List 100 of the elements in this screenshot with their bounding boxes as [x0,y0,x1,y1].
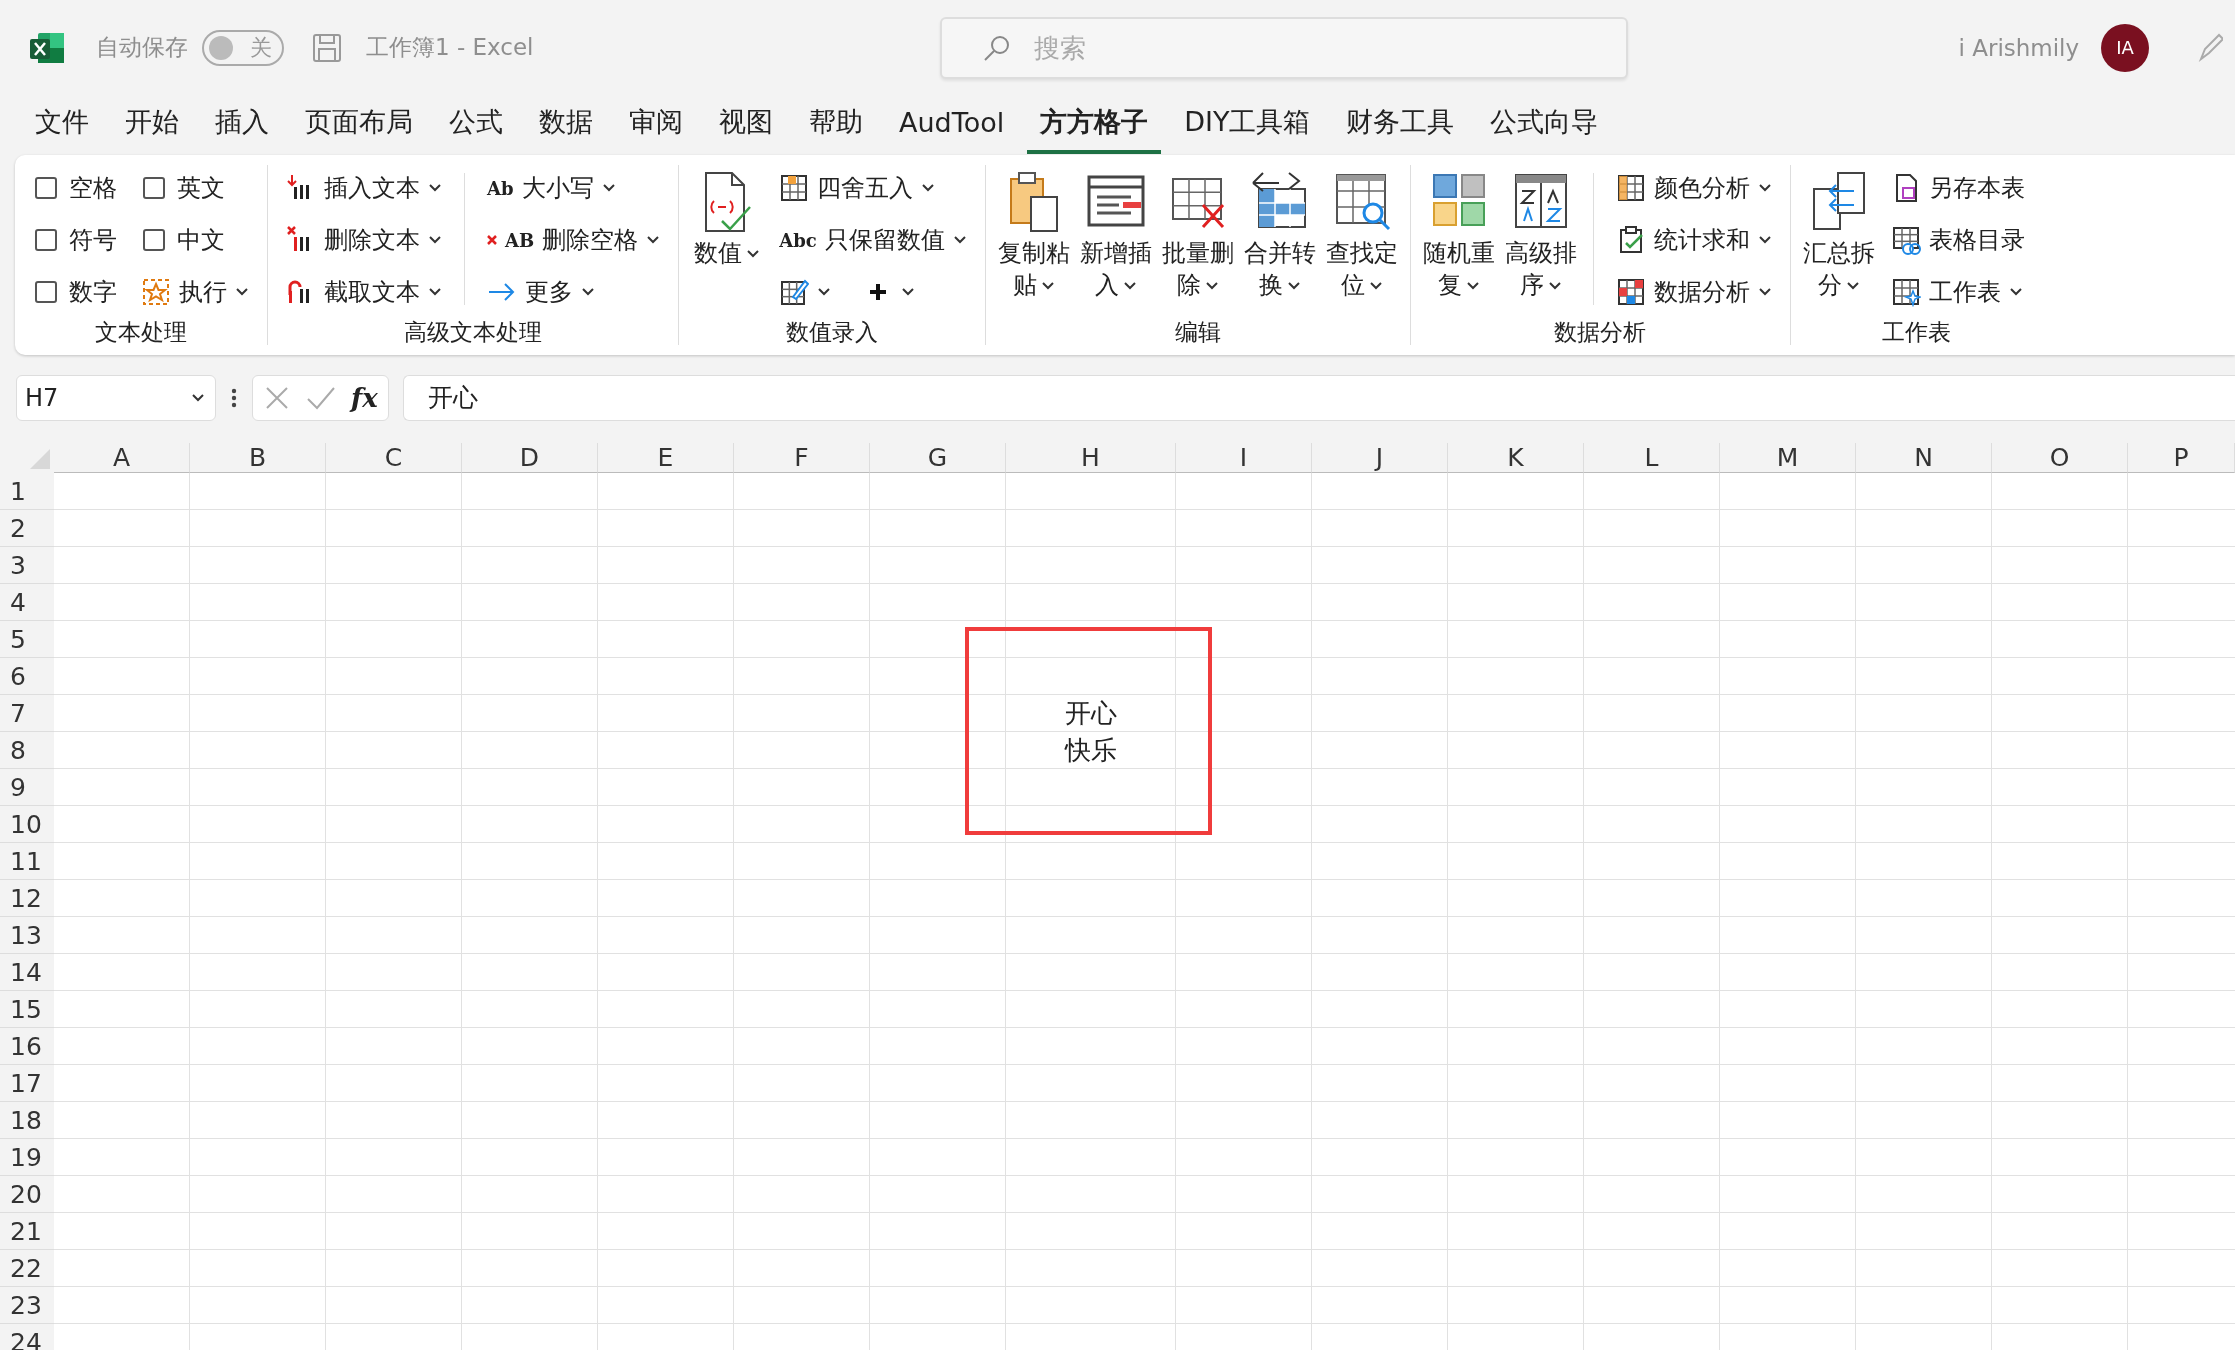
row-header[interactable]: 11 [0,843,54,880]
autosave-label: 自动保存 [96,33,188,62]
ribbon-button[interactable]: 四舍五入 [773,165,973,211]
row-header[interactable]: 17 [0,1065,54,1102]
ribbon-button[interactable]: 查找定位 [1325,165,1398,315]
row-header[interactable]: 7 [0,695,54,732]
column-header[interactable]: N [1856,443,1992,473]
column-header[interactable]: I [1176,443,1312,473]
search-input[interactable]: 搜索 [1032,31,1433,64]
ribbon-button[interactable]: 工作表 [1884,269,2031,315]
row-header[interactable]: 19 [0,1139,54,1176]
ribbon-button[interactable]: 删除文本 [280,217,448,263]
column-header[interactable]: C [326,443,462,473]
ribbon-button[interactable]: Ab 大小写 [481,165,667,211]
column-header[interactable]: G [870,443,1006,473]
row-header[interactable]: 16 [0,1028,54,1065]
save-icon[interactable] [312,32,342,63]
caret-icon [901,287,916,297]
column-header[interactable]: E [598,443,734,473]
ribbon-button[interactable]: 随机重复 [1422,165,1495,315]
column-header[interactable]: H [1006,443,1176,473]
row-header[interactable]: 12 [0,880,54,917]
row-header[interactable]: 10 [0,806,54,843]
column-header[interactable]: M [1720,443,1856,473]
menu-tab[interactable]: AudTool [886,98,1018,152]
row-header[interactable]: 22 [0,1250,54,1287]
menu-tab[interactable]: 帮助 [796,96,876,154]
ribbon-button[interactable]: 截取文本 [280,269,448,315]
row-header[interactable]: 3 [0,547,54,584]
column-header[interactable]: B [190,443,326,473]
row-header[interactable]: 21 [0,1213,54,1250]
ribbon-button[interactable]: 统计求和 [1609,217,1778,263]
menu-tab[interactable]: 公式向导 [1477,96,1612,154]
row-header[interactable]: 20 [0,1176,54,1213]
column-header[interactable]: L [1584,443,1720,473]
row-header[interactable]: 9 [0,769,54,806]
row-header[interactable]: 15 [0,991,54,1028]
caret-icon [1757,183,1772,193]
menu-tab[interactable]: 公式 [436,96,516,154]
row-header[interactable]: 2 [0,510,54,547]
column-header[interactable]: J [1312,443,1448,473]
name-box[interactable]: H7 [16,375,216,421]
row-header[interactable]: 18 [0,1102,54,1139]
ribbon-button[interactable]: 数据分析 [1609,269,1778,315]
checkbox-option[interactable]: 符号 [27,217,125,263]
menu-tab[interactable]: 插入 [202,96,282,154]
caret-icon [1845,281,1860,291]
search-bar[interactable]: 搜索 [940,16,1629,79]
ribbon-button[interactable]: 数值 [691,165,764,315]
ribbon-button[interactable]: AB 删除空格 [481,217,667,263]
row-header[interactable]: 6 [0,658,54,695]
ribbon-button[interactable]: 表格目录 [1884,217,2031,263]
more-options-icon[interactable] [230,387,238,409]
menu-tab[interactable]: DIY工具箱 [1171,96,1324,154]
ribbon-button[interactable]: 批量删除 [1161,165,1234,315]
row-header[interactable]: 4 [0,584,54,621]
menu-tab[interactable]: 数据 [526,96,606,154]
formula-field[interactable]: 开心 [402,375,2235,421]
ribbon-button[interactable]: Abc 只保留数值 [773,217,973,263]
menu-tab[interactable]: 审阅 [616,96,696,154]
ribbon-button[interactable]: 另存本表 [1884,165,2031,211]
column-header[interactable]: K [1448,443,1584,473]
column-header[interactable]: D [462,443,598,473]
menu-tab[interactable]: 页面布局 [292,96,426,154]
group-label: 数据分析 [1553,318,1648,347]
column-header[interactable]: F [734,443,870,473]
caret-icon [1547,281,1562,291]
ribbon-button[interactable]: 复制粘贴 [997,165,1070,315]
caret-icon [235,287,249,297]
menu-tab[interactable]: 文件 [22,96,102,154]
row-header[interactable]: 14 [0,954,54,991]
ribbon-button[interactable]: 合并转换 [1243,165,1316,315]
avatar[interactable]: IA [2101,23,2150,72]
ribbon-button[interactable]: 高级排序 [1504,165,1577,315]
row-header[interactable]: 13 [0,917,54,954]
insert-function-button[interactable]: fx [351,383,378,413]
ribbon-button[interactable]: 执行 [135,269,255,315]
checkbox-option[interactable]: 空格 [27,165,125,211]
checkbox-option[interactable]: 英文 [135,165,255,211]
ribbon-button[interactable]: 更多 [481,269,667,315]
row-header[interactable]: 5 [0,621,54,658]
ribbon-button[interactable]: 新增插入 [1079,165,1152,315]
row-header[interactable]: 1 [0,473,54,510]
column-header[interactable]: P [2128,443,2235,473]
menu-tab[interactable]: 开始 [112,96,192,154]
ribbon-button[interactable]: 汇总拆分 [1802,165,1875,315]
row-header[interactable]: 23 [0,1287,54,1324]
row-header[interactable]: 8 [0,732,54,769]
menu-tab[interactable]: 视图 [706,96,786,154]
menu-tab[interactable]: 财务工具 [1333,96,1468,154]
user-name: i Arishmily [1958,34,2080,61]
caret-icon [646,235,661,245]
checkbox-option[interactable]: 数字 [27,269,125,315]
column-header[interactable]: A [54,443,190,473]
ribbon-button[interactable]: 插入文本 [280,165,448,211]
column-header[interactable]: O [1992,443,2128,473]
pen-icon[interactable] [2197,32,2224,63]
ribbon-button[interactable]: 颜色分析 [1609,165,1778,211]
caret-icon [746,249,761,259]
checkbox-option[interactable]: 中文 [135,217,255,263]
